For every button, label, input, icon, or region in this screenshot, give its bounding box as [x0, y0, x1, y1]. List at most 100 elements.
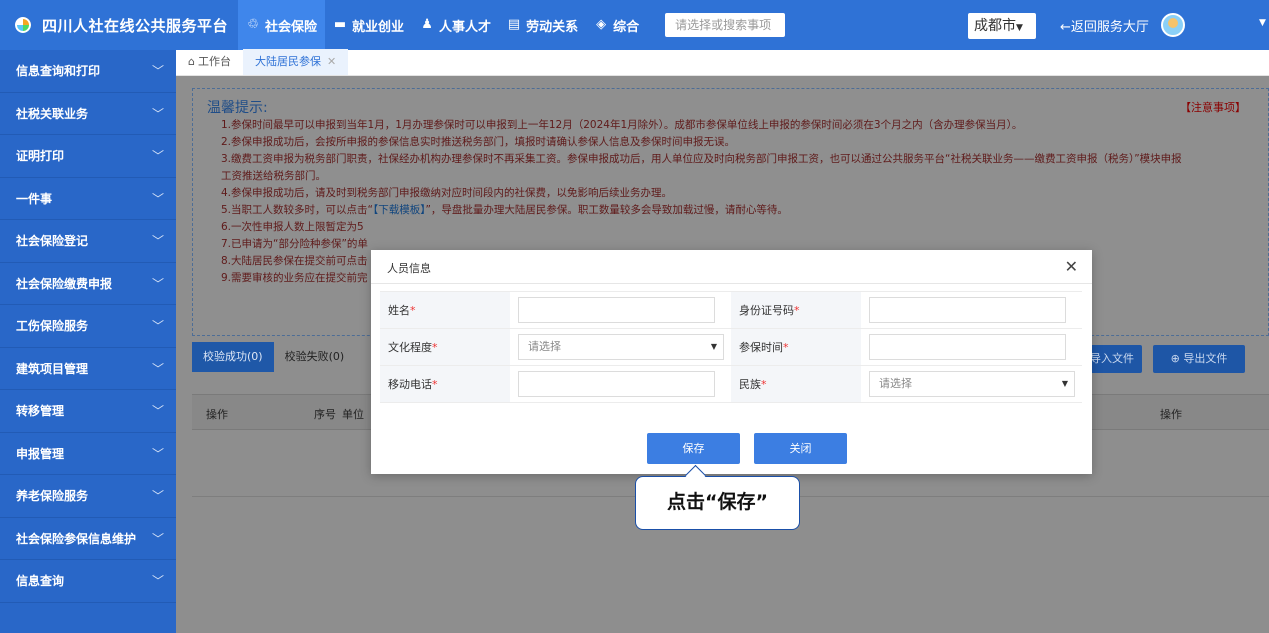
id-number-input[interactable]: [869, 297, 1066, 323]
education-select[interactable]: 请选择 ▼: [518, 334, 724, 360]
search-input[interactable]: 请选择或搜索事项: [665, 13, 786, 37]
nav-label: 人事人才: [439, 19, 492, 35]
nav-general[interactable]: ◈ 综合: [586, 0, 647, 50]
required-mark: *: [432, 341, 438, 354]
chevron-down-icon: ﹀: [151, 319, 164, 334]
sidebar-item-certificate-print[interactable]: 证明打印 ﹀: [0, 135, 176, 178]
mobile-label: 移动电话*: [380, 366, 510, 402]
chevron-down-icon: ﹀: [151, 489, 164, 504]
people-icon: ♟: [421, 17, 433, 32]
close-icon[interactable]: ✕: [1065, 257, 1078, 276]
caret-down-icon: ▼: [1061, 379, 1068, 388]
person-form: 姓名* 身份证号码* 文化程度* 请选择 ▼ 参保时间* 移动电话* 民族* 请选…: [380, 291, 1082, 403]
sidebar-item-declaration-mgmt[interactable]: 申报管理 ﹀: [0, 433, 176, 475]
back-to-hall-link[interactable]: ←返回服务大厅: [1060, 16, 1149, 35]
sidebar-item-tax-linked[interactable]: 社税关联业务 ﹀: [0, 93, 176, 135]
field-label-text: 移动电话: [388, 378, 432, 391]
notice-line: 工资推送给税务部门。: [221, 170, 326, 182]
name-label: 姓名*: [380, 292, 510, 328]
person-info-dialog: 人员信息 ✕ 姓名* 身份证号码* 文化程度* 请选择 ▼ 参保时间* 移动电话*…: [371, 250, 1092, 474]
sidebar-item-construction[interactable]: 建筑项目管理 ﹀: [0, 348, 176, 390]
id-number-cell: [861, 292, 1082, 328]
enrollment-date-label: 参保时间*: [731, 329, 861, 365]
city-selector[interactable]: 成都市▼: [968, 13, 1036, 39]
tab-validation-fail[interactable]: 校验失败(0): [274, 342, 356, 372]
chevron-down-icon: ﹀: [151, 106, 164, 121]
chevron-down-icon: ﹀: [151, 234, 164, 249]
notice-line-download: 5.当职工人数较多时，可以点击“【下载模板】”，导盘批量办理大陆居民参保。职工数…: [207, 202, 1254, 219]
tab-label: 大陆居民参保: [254, 55, 321, 68]
sidebar-item-label: 信息查询: [16, 574, 65, 589]
column-header: 序号: [314, 408, 336, 421]
export-file-button[interactable]: ⊕ 导出文件: [1153, 345, 1245, 373]
notice-line: 6.一次性申报人数上限暂定为5: [221, 221, 364, 233]
sidebar-item-label: 社会保险登记: [16, 234, 89, 249]
sidebar-item-info-query[interactable]: 信息查询 ﹀: [0, 560, 176, 603]
enrollment-date-cell: [861, 329, 1082, 365]
id-number-label: 身份证号码*: [731, 292, 861, 328]
ethnicity-cell: 请选择 ▼: [861, 366, 1082, 402]
sidebar-item-label: 证明打印: [16, 149, 65, 164]
sidebar-item-info-maintenance[interactable]: 社会保险参保信息维护 ﹀: [0, 518, 176, 560]
enrollment-date-input[interactable]: [869, 334, 1066, 360]
import-file-button[interactable]: 导入文件: [1084, 345, 1142, 373]
sidebar-item-label: 信息查询和打印: [16, 64, 101, 79]
ethnicity-label: 民族*: [731, 366, 861, 402]
sidebar-item-transfer[interactable]: 转移管理 ﹀: [0, 390, 176, 433]
sidebar-item-work-injury[interactable]: 工伤保险服务 ﹀: [0, 305, 176, 348]
ethnicity-select[interactable]: 请选择 ▼: [869, 371, 1075, 397]
sidebar-item-one-thing[interactable]: 一件事 ﹀: [0, 178, 176, 220]
caret-down-icon[interactable]: ▼: [1259, 18, 1266, 28]
caret-down-icon: ▼: [1016, 23, 1023, 33]
mobile-cell: [510, 366, 731, 402]
sidebar-item-info-query-print[interactable]: 信息查询和打印 ﹀: [0, 50, 176, 93]
form-row: 文化程度* 请选择 ▼ 参保时间*: [380, 329, 1082, 366]
sidebar: 信息查询和打印 ﹀ 社税关联业务 ﹀ 证明打印 ﹀ 一件事 ﹀ 社会保险登记 ﹀ 社会保险…: [0, 50, 176, 633]
city-label: 成都市: [974, 18, 1016, 34]
tab-workbench[interactable]: 工作台: [176, 49, 243, 75]
chevron-down-icon: ﹀: [151, 404, 164, 419]
sidebar-item-label: 建筑项目管理: [16, 361, 89, 376]
nav-label: 综合: [613, 19, 640, 35]
field-label-text: 身份证号码: [739, 304, 794, 317]
required-mark: *: [410, 304, 416, 317]
tab-mainland-resident-enrollment[interactable]: 大陆居民参保 ✕: [242, 49, 349, 75]
required-mark: *: [432, 378, 438, 391]
avatar[interactable]: [1161, 13, 1185, 37]
column-header: 操作: [206, 408, 228, 421]
required-mark: *: [761, 378, 767, 391]
education-cell: 请选择 ▼: [510, 329, 731, 365]
save-button[interactable]: 保存: [647, 433, 740, 464]
attention-link[interactable]: 【注意事项】: [1180, 99, 1246, 115]
chevron-down-icon: ﹀: [151, 149, 164, 164]
briefcase-icon: ▬: [333, 17, 347, 32]
tab-validation-success[interactable]: 校验成功(0): [192, 342, 274, 372]
mobile-input[interactable]: [518, 371, 715, 397]
close-button[interactable]: 关闭: [754, 433, 847, 464]
chevron-down-icon: ﹀: [151, 531, 164, 546]
notice-text: 5.当职工人数较多时，可以点击“: [221, 204, 373, 216]
sidebar-item-payment-declaration[interactable]: 社会保险缴费申报 ﹀: [0, 263, 176, 305]
sidebar-item-label: 转移管理: [16, 404, 65, 419]
download-template-link[interactable]: 【下载模板】: [373, 204, 426, 216]
main-nav: ♲ 社会保险 ▬ 就业创业 ♟ 人事人才 ▤ 劳动关系 ◈ 综合: [238, 0, 647, 50]
notice-line: 1.参保时间最早可以申报到当年1月，1月办理参保时可以申报到上一年12月（202…: [221, 119, 1023, 131]
close-icon[interactable]: ✕: [327, 55, 336, 68]
name-input[interactable]: [518, 297, 715, 323]
notice-title: 温馨提示:: [207, 100, 268, 116]
top-bar: 四川人社在线公共服务平台 ♲ 社会保险 ▬ 就业创业 ♟ 人事人才 ▤ 劳动关系…: [0, 0, 1269, 50]
nav-labor-relations[interactable]: ▤ 劳动关系: [499, 0, 586, 50]
sidebar-item-registration[interactable]: 社会保险登记 ﹀: [0, 220, 176, 263]
notice-line: 2.参保申报成功后，会按所申报的参保信息实时推送税务部门，填报时请确认参保人信息…: [221, 136, 736, 148]
nav-employment[interactable]: ▬ 就业创业: [325, 0, 412, 50]
sidebar-item-label: 社会保险参保信息维护: [16, 531, 137, 546]
nav-personnel[interactable]: ♟ 人事人才: [412, 0, 499, 50]
social-insurance-icon: ♲: [247, 17, 259, 32]
sidebar-item-pension[interactable]: 养老保险服务 ﹀: [0, 475, 176, 518]
notice-text: ”，导盘批量办理大陆居民参保。职工数量较多会导致加载过慢，请耐心等待。: [425, 204, 788, 216]
education-label: 文化程度*: [380, 329, 510, 365]
nav-social-insurance[interactable]: ♲ 社会保险: [238, 0, 326, 50]
chevron-down-icon: ﹀: [151, 446, 164, 461]
select-placeholder: 请选择: [528, 340, 561, 353]
sidebar-item-label: 一件事: [16, 191, 53, 206]
